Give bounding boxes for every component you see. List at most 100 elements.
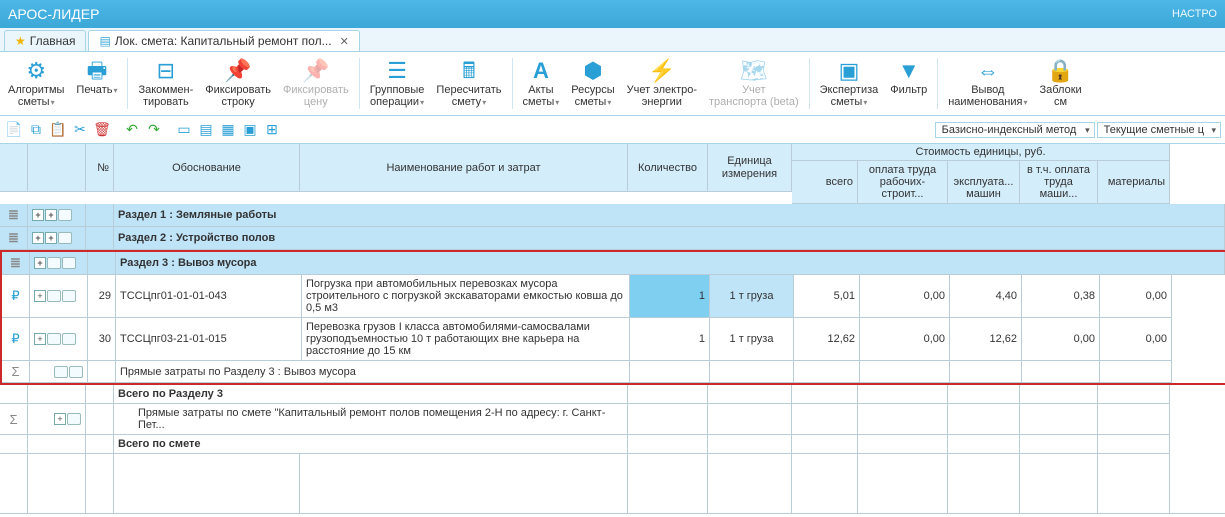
col-inc[interactable]: в т.ч. оплата труда маши... xyxy=(1020,161,1098,204)
tool2-icon[interactable]: ▤ xyxy=(196,120,216,140)
fix-row-button[interactable]: 📌Фиксировать строку xyxy=(199,56,277,111)
tool1-icon[interactable]: ▭ xyxy=(174,120,194,140)
expand-icon[interactable]: + xyxy=(34,257,46,269)
expertise-button[interactable]: ▣Экспертиза сметы xyxy=(814,56,885,111)
col-qty[interactable]: Количество xyxy=(628,144,708,192)
checkbox[interactable] xyxy=(62,333,76,345)
row-mach[interactable]: 4,40 xyxy=(950,275,1022,318)
printer-icon: 🖶 xyxy=(87,58,108,84)
print-button[interactable]: 🖶Печать xyxy=(70,56,123,111)
checkbox[interactable] xyxy=(69,366,83,378)
col-mach[interactable]: эксплуата... машин xyxy=(948,161,1020,204)
expand-icon[interactable]: + xyxy=(32,232,44,244)
comment-button[interactable]: ⊟Закоммен- тировать xyxy=(132,56,199,111)
lock-icon: 🔒 xyxy=(1047,58,1074,84)
row-name[interactable]: Погрузка при автомобильных перевозках му… xyxy=(302,275,630,318)
total-row-3[interactable]: Всего по Разделу 3 xyxy=(0,385,1225,404)
energy-button[interactable]: ⚡Учет электро- энергии xyxy=(621,56,703,111)
row-name[interactable]: Перевозка грузов I класса автомобилями-с… xyxy=(302,318,630,361)
filter-button[interactable]: ▼Фильтр xyxy=(884,56,933,111)
checkbox[interactable] xyxy=(47,257,61,269)
undo-icon[interactable]: ↶ xyxy=(122,120,142,140)
row-labor[interactable]: 0,00 xyxy=(860,275,950,318)
tool5-icon[interactable]: ⊞ xyxy=(262,120,282,140)
expand-icon[interactable]: + xyxy=(34,333,46,345)
recalc-button[interactable]: 🖩Пересчитать смету xyxy=(430,56,507,111)
col-unit[interactable]: Единица измерения xyxy=(708,144,792,192)
data-row-29[interactable]: ₽ + 29 ТССЦпг01-01-01-043 Погрузка при а… xyxy=(2,275,1225,318)
list-icon: ☰ xyxy=(387,58,407,84)
subtotal-all-label: Прямые затраты по смете "Капитальный рем… xyxy=(114,404,628,435)
row-mat[interactable]: 0,00 xyxy=(1100,275,1172,318)
row-mat[interactable]: 0,00 xyxy=(1100,318,1172,361)
prices-combo[interactable]: Текущие сметные ц xyxy=(1097,122,1221,138)
tool3-icon[interactable]: ▦ xyxy=(218,120,238,140)
section-row-2[interactable]: ≣ ++ Раздел 2 : Устройство полов xyxy=(0,227,1225,250)
checkbox[interactable] xyxy=(47,333,61,345)
algorithms-button[interactable]: ⚙Алгоритмы сметы xyxy=(2,56,70,111)
row-unit[interactable]: 1 т груза xyxy=(710,318,794,361)
col-ob[interactable]: Обоснование xyxy=(114,144,300,192)
row-total[interactable]: 12,62 xyxy=(794,318,860,361)
checkbox[interactable] xyxy=(67,413,81,425)
col-num[interactable]: № xyxy=(86,144,114,192)
subtotal-row-all[interactable]: Σ + Прямые затраты по смете "Капитальный… xyxy=(0,404,1225,435)
copy-icon[interactable]: ⧉ xyxy=(26,120,46,140)
method-combo[interactable]: Базисно-индексный метод xyxy=(935,122,1095,138)
checkbox[interactable] xyxy=(58,209,72,221)
block-button[interactable]: 🔒Заблоки см xyxy=(1033,56,1087,111)
settings-link[interactable]: НАСТРО xyxy=(1172,8,1217,20)
data-row-30[interactable]: ₽ + 30 ТССЦпг03-21-01-015 Перевозка груз… xyxy=(2,318,1225,361)
col-name[interactable]: Наименование работ и затрат xyxy=(300,144,628,192)
row-unit[interactable]: 1 т груза xyxy=(710,275,794,318)
checkbox[interactable] xyxy=(62,257,76,269)
expand-icon[interactable]: + xyxy=(34,290,46,302)
group-ops-button[interactable]: ☰Групповые операции xyxy=(364,56,431,111)
cube-icon: ⬢ xyxy=(583,58,602,84)
checkbox[interactable] xyxy=(62,290,76,302)
total-row-all[interactable]: Всего по смете xyxy=(0,435,1225,454)
subtotal-row-3[interactable]: Σ Прямые затраты по Разделу 3 : Вывоз му… xyxy=(2,361,1225,383)
row-qty[interactable]: 1 xyxy=(630,318,710,361)
expand-icon[interactable]: + xyxy=(54,413,66,425)
col-mat[interactable]: материалы xyxy=(1098,161,1170,204)
output-button[interactable]: ⇔Вывод наименования xyxy=(942,56,1033,111)
row-total[interactable]: 5,01 xyxy=(794,275,860,318)
row-ob[interactable]: ТССЦпг03-21-01-015 xyxy=(116,318,302,361)
row-inc[interactable]: 0,38 xyxy=(1022,275,1100,318)
acts-button[interactable]: ААкты сметы xyxy=(517,56,566,111)
quick-toolbar: 📄 ⧉ 📋 ✂ 🗑 ↶ ↷ ▭ ▤ ▦ ▣ ⊞ Базисно-индексны… xyxy=(0,116,1225,144)
row-inc[interactable]: 0,00 xyxy=(1022,318,1100,361)
cut-icon[interactable]: ✂ xyxy=(70,120,90,140)
minus-square-icon: ⊟ xyxy=(157,58,175,84)
grid-header: № Обоснование Наименование работ и затра… xyxy=(0,144,1225,204)
text-width-icon: ⇔ xyxy=(977,58,999,84)
map-icon: 🗺 xyxy=(740,58,768,84)
expand-icon[interactable]: + xyxy=(45,232,57,244)
new-icon[interactable]: 📄 xyxy=(4,120,24,140)
delete-icon[interactable]: 🗑 xyxy=(92,120,112,140)
checkbox[interactable] xyxy=(54,366,68,378)
expand-icon[interactable]: + xyxy=(32,209,44,221)
tool4-icon[interactable]: ▣ xyxy=(240,120,260,140)
checkbox[interactable] xyxy=(58,232,72,244)
close-icon[interactable]: ✕ xyxy=(340,35,349,48)
redo-icon[interactable]: ↷ xyxy=(144,120,164,140)
gear-icon: ⚙ xyxy=(26,58,46,84)
col-all[interactable]: всего xyxy=(792,161,858,204)
row-ob[interactable]: ТССЦпг01-01-01-043 xyxy=(116,275,302,318)
row-mach[interactable]: 12,62 xyxy=(950,318,1022,361)
resources-button[interactable]: ⬢Ресурсы сметы xyxy=(565,56,620,111)
paste-icon[interactable]: 📋 xyxy=(48,120,68,140)
checkbox[interactable] xyxy=(47,290,61,302)
pin-icon: 📌 xyxy=(302,58,329,84)
expand-icon[interactable]: + xyxy=(45,209,57,221)
tab-document[interactable]: ▤ Лок. смета: Капитальный ремонт пол... … xyxy=(88,30,359,51)
section-row-3[interactable]: ≣ + Раздел 3 : Вывоз мусора xyxy=(2,252,1225,275)
col-cost-group: Стоимость единицы, руб. xyxy=(792,144,1170,161)
section-row-1[interactable]: ≣ ++ Раздел 1 : Земляные работы xyxy=(0,204,1225,227)
col-labor[interactable]: оплата труда рабочих-строит... xyxy=(858,161,948,204)
row-labor[interactable]: 0,00 xyxy=(860,318,950,361)
row-qty[interactable]: 1 xyxy=(630,275,710,318)
tab-home[interactable]: ★ Главная xyxy=(4,30,86,51)
